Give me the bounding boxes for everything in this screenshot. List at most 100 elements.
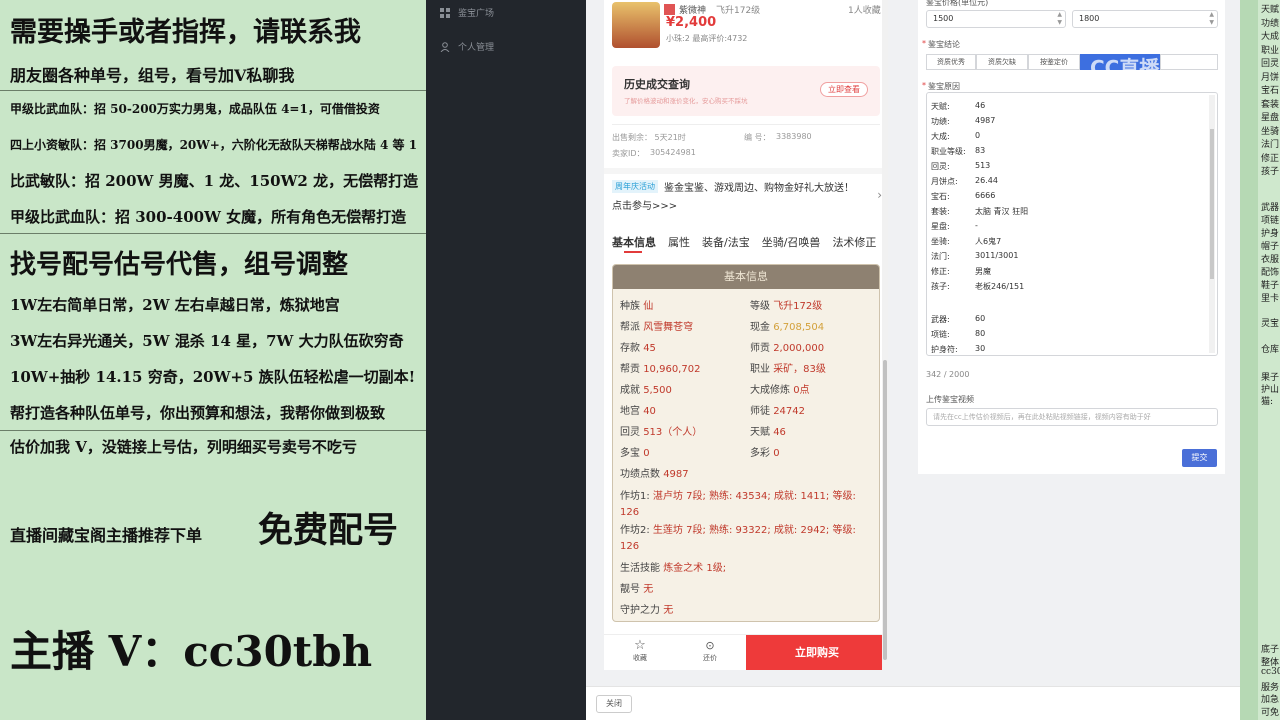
ad-line: 四上小资敏队：招 3700男魔，20W+，六阶化无敌队天梯帮战水陆 4 等 1 (10, 138, 418, 152)
reason-key: 修正: (931, 267, 950, 276)
reason-value: 60 (975, 314, 986, 323)
info-value: 4987 (663, 469, 689, 480)
seller-id-label: 卖家ID： (612, 149, 645, 158)
note-line: 武器 (1261, 203, 1280, 213)
info-key: 地宫 (620, 406, 640, 417)
scrollbar[interactable] (882, 0, 888, 670)
footer-bar: 关闭 (586, 686, 1240, 720)
reason-key: 坐骑: (931, 237, 950, 246)
stepper-icon: ▲ ▼ (1209, 11, 1214, 26)
note-line: 整体 (1261, 657, 1280, 668)
note-line: 天赋 (1261, 5, 1280, 15)
ad-headline: 找号配号估号代售，组号调整 (10, 250, 349, 280)
divider (612, 124, 880, 125)
info-value: 513（个人） (643, 427, 703, 438)
scrollbar-thumb[interactable] (883, 360, 887, 660)
ad-line: 3W左右异光通关，5W 混杀 14 星，7W 大力队伍砍穷奇 (10, 332, 404, 350)
textarea-scrollbar[interactable] (1209, 95, 1215, 353)
info-key: 帮贡 (620, 364, 640, 375)
info-value: 45 (643, 343, 656, 354)
info-value: 采矿，83级 (773, 364, 826, 375)
info-value: 0 (643, 448, 650, 459)
ad-panel: 需要操手或者指挥，请联系我 朋友圈各种单号，组号，看号加Ⅴ私聊我 甲级比武血队：… (0, 0, 426, 720)
reason-value: 46 (975, 101, 986, 110)
info-key: 功绩点数 (620, 469, 660, 480)
note-line: 服务 (1261, 682, 1280, 693)
note-line: 里卡 (1261, 294, 1280, 304)
divider (0, 90, 426, 91)
reason-key: 大成: (931, 132, 950, 141)
reason-row: 功绩: 4987 (931, 116, 995, 127)
textarea-scrollbar-thumb[interactable] (1210, 129, 1214, 279)
reason-row: 套装: 太脑 青汉 狂阳 (931, 206, 1028, 217)
note-line: 护身 (1261, 229, 1280, 239)
divider (0, 430, 426, 431)
tab-equipment[interactable]: 装备/法宝 (702, 234, 750, 250)
tab-basic-info[interactable]: 基本信息 (612, 234, 656, 250)
bargain-label: 还价 (703, 654, 717, 662)
bargain-button[interactable]: ⊙ 还价 (698, 639, 722, 663)
reason-textarea[interactable]: 天赋: 46 功绩: 4987 大成: 0 职业等级: 83 回灵: 513 月饼点: 26.44 宝石… (926, 92, 1218, 356)
option-by-appraisal[interactable]: 按鉴定价 (1028, 54, 1080, 70)
tab-spell-fix[interactable]: 法术修正 (832, 234, 876, 250)
option-extra[interactable] (1160, 54, 1218, 70)
reason-key: 法门: (931, 252, 950, 261)
favorite-button[interactable]: ☆ 收藏 (628, 639, 652, 663)
video-link-input[interactable]: 请先在cc上传估价视频后，再在此处粘贴视频链接，视频内容有助于好 (926, 408, 1218, 426)
history-query[interactable]: 历史成交查询 了解价格波动和涨价变化，安心购买不踩坑 立即查看 (612, 66, 880, 116)
info-field: 帮贡 10,960,702 (620, 360, 700, 375)
reason-value: 老板246/151 (975, 282, 1025, 291)
char-counter: 342 / 2000 (926, 370, 970, 379)
reason-value: 30 (975, 344, 986, 353)
price-label: 鉴宝价格(单位元) (926, 0, 989, 7)
reason-value: 6666 (975, 191, 996, 200)
favorite-label: 收藏 (633, 654, 647, 662)
close-button[interactable]: 关闭 (596, 695, 632, 713)
note-line: 修正 (1261, 153, 1280, 164)
reason-row: 坐骑: 人6鬼7 (931, 236, 1001, 247)
buy-now-button[interactable]: 立即购买 (746, 635, 888, 670)
detail-tabs: 基本信息 属性 装备/法宝 坐骑/召唤兽 法术修正 (612, 234, 876, 250)
promo-banner[interactable]: 周年庆活动 鉴金宝鉴、游戏周边、购物金好礼大放送！点击参与>>> › (612, 180, 882, 218)
history-view-button[interactable]: 立即查看 (820, 82, 868, 97)
info-field: 职业 采矿，83级 (750, 360, 826, 375)
info-key: 天赋 (750, 427, 770, 438)
reason-row: 月饼点: 26.44 (931, 176, 998, 187)
note-line: 月饼 (1261, 72, 1280, 83)
ad-line: 1W左右简单日常，2W 左右卓越日常，炼狱地宫 (10, 296, 340, 314)
favorite-count: 1人收藏 (848, 6, 881, 16)
ad-line: 估价加我 V，没链接上号估，列明细买号卖号不吃亏 (10, 438, 357, 456)
note-line: 职业 (1261, 45, 1280, 56)
info-field: 地宫 40 (620, 402, 656, 417)
reason-key: 天赋: (931, 102, 950, 111)
conclusion-label-text: 鉴宝结论 (928, 40, 960, 49)
history-subtitle: 了解价格波动和涨价变化，安心购买不踩坑 (624, 97, 748, 105)
sidebar-item-personal[interactable]: 个人管理 (440, 40, 494, 53)
reason-key: 职业等级: (931, 147, 966, 156)
info-value: 2,000,000 (773, 343, 825, 354)
side-notes-strip: 天赋 功绩 大成 职业 回灵 月饼 宝石 套装 星盘 坐骑 法门 修正 孩子 武器 项链 护身 帽子 衣服 配饰 鞋子… (1240, 0, 1280, 720)
reason-value: 83 (975, 146, 986, 155)
reason-key: 武器: (931, 315, 950, 324)
info-value: 0 (773, 448, 780, 459)
info-value: 5,500 (643, 385, 672, 396)
price-min-input[interactable]: 1500 ▲ ▼ (926, 10, 1066, 28)
tab-attributes[interactable]: 属性 (668, 234, 690, 250)
info-field: 多彩 0 (750, 444, 780, 459)
reason-row: 星盘: - (931, 221, 978, 232)
reason-value: 4987 (975, 116, 996, 125)
note-line: 可免 (1261, 707, 1280, 718)
tab-mounts[interactable]: 坐骑/召唤兽 (762, 234, 821, 250)
reason-value: 26.44 (975, 176, 998, 185)
option-lacking[interactable]: 资质欠缺 (976, 54, 1028, 70)
workshop-2: 作坊2: 生莲坊 7段; 熟练: 93322; 成就: 2942; 等级: 12… (620, 525, 856, 552)
price-max-input[interactable]: 1800 ▲ ▼ (1072, 10, 1218, 28)
info-key: 大成修炼 (750, 385, 790, 396)
submit-button[interactable]: 提交 (1182, 449, 1217, 467)
note-line: cc30 (1261, 667, 1280, 677)
sidebar-item-square[interactable]: 鉴宝广场 (440, 6, 494, 19)
basic-info-card: 基本信息 种族 仙 等级 飞升172级 帮派 风雪舞苍穹 现金 6,708,504 存款… (612, 264, 880, 622)
option-excellent[interactable]: 资质优秀 (926, 54, 976, 70)
seller-stats: 小珠:2 最高评价:4732 (666, 34, 748, 43)
info-field: 种族 仙 (620, 297, 653, 312)
